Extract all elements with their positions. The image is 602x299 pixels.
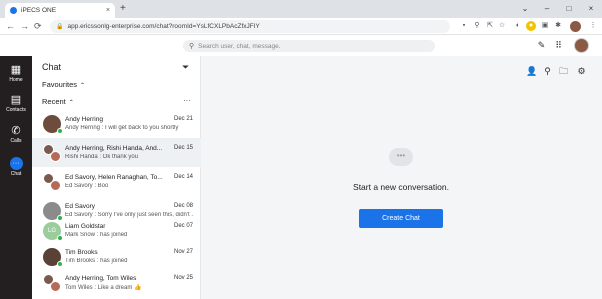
group-avatar <box>43 173 61 191</box>
minimize-button[interactable]: – <box>536 0 558 18</box>
more-options-icon[interactable]: ··· <box>183 96 191 105</box>
filter-icon[interactable]: ⏷ <box>182 62 189 73</box>
zoom-icon[interactable]: ⚲ <box>472 21 482 31</box>
nav-home[interactable]: ▦ Home <box>0 64 32 83</box>
chat-date: Nov 25 <box>173 275 193 281</box>
window-controls: ⌄ – □ × <box>514 0 602 18</box>
address-bar-row: ← → ⟳ 🔒 app.ericssonlg-enterprise.com/ch… <box>0 18 602 35</box>
chat-bubble-icon: ••• <box>389 148 413 166</box>
tab-title: iPECS ONE <box>21 7 57 14</box>
chevron-up-icon: ⌃ <box>68 100 74 106</box>
close-window-button[interactable]: × <box>580 0 602 18</box>
chat-row[interactable]: Andy Herring, Rishi Handa, And... Dec 15… <box>32 138 201 167</box>
new-tab-button[interactable]: + <box>120 3 126 15</box>
chat-name: Ed Savory, Helen Ranaghan, To... <box>65 174 163 181</box>
chat-name: Liam Goldstar <box>65 223 106 230</box>
bookmark-star-icon[interactable]: ☆ <box>497 21 507 31</box>
presence-online-icon <box>57 128 63 134</box>
tab-close-icon[interactable]: × <box>106 7 110 14</box>
nav-home-label: Home <box>9 77 23 83</box>
presence-online-icon <box>57 235 63 241</box>
nav-chat-label: Chat <box>10 171 22 177</box>
chat-name: Andy Herring, Rishi Handa, And... <box>65 145 163 152</box>
nav-contacts[interactable]: ▤ Contacts <box>0 94 32 113</box>
search-icon[interactable]: ⚲ <box>542 66 553 77</box>
reload-icon[interactable]: ⟳ <box>34 18 42 35</box>
chat-preview: Rishi Handa : Ok thank you <box>65 154 139 160</box>
chat-row[interactable]: Andy Herring Dec 21 Andy Herring : I wil… <box>32 109 201 138</box>
chat-date: Dec 21 <box>173 116 193 122</box>
search-placeholder: Search user, chat, message. <box>198 42 281 50</box>
browser-menu-icon[interactable]: ⋮ <box>588 21 598 31</box>
favourites-section-header[interactable]: Favourites ⌃ <box>42 80 85 89</box>
url-text: app.ericssonlg-enterprise.com/chat?roomI… <box>67 23 260 30</box>
chat-name: Andy Herring, Tom Wiles <box>65 275 137 282</box>
browser-profile-avatar[interactable] <box>570 21 581 32</box>
conversation-area: 👤 ⚲ 🗀 ⚙ ••• Start a new conversation. Cr… <box>201 56 602 299</box>
nav-calls-label: Calls <box>10 138 22 144</box>
search-icon: ⚲ <box>189 43 195 50</box>
app-header: ⚲ Search user, chat, message. ✎ ⠿ <box>0 35 602 56</box>
extension-yellow-icon[interactable]: ● <box>526 21 536 31</box>
presence-online-icon <box>57 261 63 267</box>
url-bar[interactable]: 🔒 app.ericssonlg-enterprise.com/chat?roo… <box>50 20 450 33</box>
grid-icon: ▦ <box>10 64 22 76</box>
back-icon[interactable]: ← <box>6 18 15 35</box>
tab-search-icon[interactable]: ⌄ <box>514 0 536 18</box>
favicon-icon <box>10 7 17 14</box>
nav-calls[interactable]: ✆ Calls <box>0 125 32 144</box>
chat-date: Dec 15 <box>173 145 193 151</box>
group-avatar <box>43 144 61 162</box>
media-icon[interactable]: ▣ <box>540 21 550 31</box>
chat-date: Dec 14 <box>173 174 193 180</box>
chat-date: Nov 27 <box>173 249 193 255</box>
chat-name: Tim Brooks <box>65 249 98 256</box>
folder-icon[interactable]: 🗀 <box>558 66 569 77</box>
user-avatar[interactable] <box>574 38 589 53</box>
group-avatar <box>43 274 61 292</box>
nav-chat[interactable]: ··· Chat <box>0 157 32 177</box>
chat-preview: Ed Savory : Boo <box>65 183 109 189</box>
chat-preview: Tim Brooks : has joined <box>65 258 128 264</box>
chat-row[interactable]: Tim Brooks Nov 27 Tim Brooks : has joine… <box>32 242 201 271</box>
settings-gear-icon[interactable]: ⚙ <box>576 66 587 77</box>
chat-date: Dec 07 <box>173 223 193 229</box>
chat-preview: Tom Wiles : Like a dream 👍 <box>65 285 142 291</box>
chat-preview: Andy Herring : I will get back to you sh… <box>65 125 179 131</box>
empty-state-title: Start a new conversation. <box>353 182 449 192</box>
puzzle-icon[interactable]: ✱ <box>553 21 563 31</box>
apps-grid-icon[interactable]: ⠿ <box>553 40 564 51</box>
favourites-label: Favourites <box>42 80 78 89</box>
maximize-button[interactable]: □ <box>558 0 580 18</box>
chat-icon: ··· <box>9 157 23 170</box>
chat-name: Ed Savory <box>65 203 95 210</box>
phone-icon: ✆ <box>11 125 21 137</box>
chat-preview: Mark Snow : has joined <box>65 232 128 238</box>
chat-date: Dec 08 <box>173 203 193 209</box>
nav-contacts-label: Contacts <box>6 107 26 113</box>
forward-icon[interactable]: → <box>20 18 29 35</box>
chat-row[interactable]: Andy Herring, Tom Wiles Nov 25 Tom Wiles… <box>32 268 201 297</box>
share-icon[interactable]: ⇱ <box>485 21 495 31</box>
browser-tab-bar: iPECS ONE × + ⌄ – □ × <box>0 0 602 18</box>
extension-icon[interactable]: ◐ <box>513 21 523 31</box>
person-icon[interactable]: 👤 <box>526 66 537 77</box>
contacts-icon: ▤ <box>10 94 22 106</box>
chevron-up-icon: ⌃ <box>80 83 86 89</box>
chat-row[interactable]: LG Liam Goldstar Dec 07 Mark Snow : has … <box>32 216 201 245</box>
lock-icon: 🔒 <box>56 24 64 30</box>
recent-label: Recent <box>42 97 66 106</box>
panel-title: Chat <box>42 62 62 72</box>
chat-list-panel: Chat ⏷ Favourites ⌃ Recent ⌃ ··· Andy Herr… <box>32 56 201 299</box>
recent-section-header[interactable]: Recent ⌃ <box>42 97 74 106</box>
left-nav-rail: ▦ Home ▤ Contacts ✆ Calls ··· Chat <box>0 56 32 299</box>
chat-name: Andy Herring <box>65 116 103 123</box>
compose-icon[interactable]: ✎ <box>536 40 547 51</box>
global-search[interactable]: ⚲ Search user, chat, message. <box>183 40 435 52</box>
create-chat-button[interactable]: Create Chat <box>359 209 443 228</box>
chat-row[interactable]: Ed Savory, Helen Ranaghan, To... Dec 14 … <box>32 167 201 196</box>
camera-icon[interactable]: ▪ <box>459 21 469 31</box>
browser-tab[interactable]: iPECS ONE × <box>5 3 115 18</box>
